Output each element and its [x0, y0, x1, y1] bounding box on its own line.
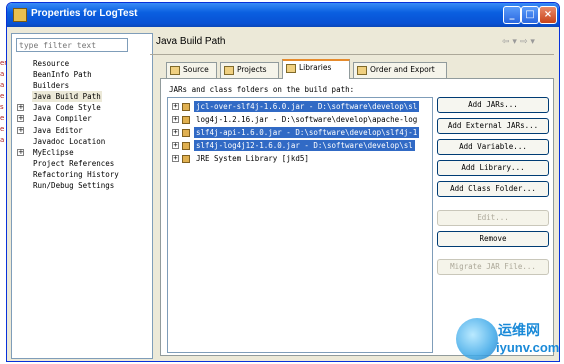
library-icon [182, 155, 190, 163]
add-library-button[interactable]: Add Library... [437, 160, 549, 176]
tab-label: Order and Export [370, 65, 435, 74]
projects-icon [224, 66, 234, 75]
list-item-text: slf4j-log4j12-1.6.0.jar - D:\software\de… [194, 140, 415, 151]
add-jars-button[interactable]: Add JARs... [437, 97, 549, 113]
tree-item-label: MyEclipse [33, 147, 74, 157]
migrate-jar-file-button[interactable]: Migrate JAR File... [437, 259, 549, 275]
expand-icon[interactable]: + [17, 115, 24, 123]
add-class-folder-button[interactable]: Add Class Folder... [437, 181, 549, 197]
jar-icon [182, 129, 190, 137]
properties-icon [13, 8, 27, 22]
expand-icon[interactable]: + [172, 116, 179, 123]
maximize-button[interactable]: □ [521, 6, 539, 24]
libraries-icon [286, 64, 296, 73]
expand-icon[interactable]: + [172, 103, 179, 110]
filter-input[interactable] [16, 38, 128, 52]
minimize-button[interactable]: _ [503, 6, 521, 24]
watermark-logo-icon [456, 318, 498, 360]
tab-label: Libraries [299, 63, 332, 72]
tree-item-label: Refactoring History [33, 169, 119, 179]
tree-item-label: Java Editor [33, 125, 83, 135]
expand-icon[interactable]: + [17, 126, 24, 134]
category-tree-panel: Resource BeanInfo Path Builders Java Bui… [11, 33, 153, 359]
expand-icon[interactable]: + [17, 148, 24, 156]
watermark-text: 运维网 [498, 323, 540, 339]
list-item-text: JRE System Library [jkd5] [196, 154, 309, 163]
libraries-tab-panel: JARs and class folders on the build path… [160, 78, 554, 356]
list-item[interactable]: + slf4j-api-1.6.0.jar - D:\software\devel… [168, 127, 432, 138]
tree-item-label: Resource [33, 59, 70, 68]
add-external-jars-button[interactable]: Add External JARs... [437, 118, 549, 134]
expand-icon[interactable]: + [172, 142, 179, 149]
tab-libraries[interactable]: Libraries [282, 59, 350, 79]
tab-label: Projects [237, 65, 267, 74]
list-item-text: jcl-over-slf4j-1.6.0.jar - D:\software\d… [194, 101, 420, 112]
tree-item-label: Project References [33, 158, 115, 168]
page-title: Java Build Path [156, 36, 226, 47]
title-separator [150, 54, 554, 55]
list-item[interactable]: + jcl-over-slf4j-1.6.0.jar - D:\software\… [168, 101, 432, 112]
expand-icon[interactable]: + [172, 129, 179, 136]
window-title: Properties for LogTest [31, 8, 138, 19]
tab-projects[interactable]: Projects [220, 62, 279, 78]
tree-item-label: Run/Debug Settings [33, 181, 115, 191]
close-button[interactable]: × [539, 6, 557, 24]
tree-item-label: Java Code Style [33, 103, 101, 113]
list-item[interactable]: + JRE System Library [jkd5] [168, 153, 432, 164]
expand-icon[interactable]: + [17, 104, 24, 112]
edit-button[interactable]: Edit... [437, 210, 549, 226]
tab-label: Source [183, 65, 209, 74]
source-folder-icon [170, 66, 180, 75]
list-item-text: slf4j-api-1.6.0.jar - D:\software\develo… [194, 127, 420, 138]
forward-arrow-icon[interactable]: ⇨ ▾ [520, 37, 535, 47]
libraries-list[interactable]: + jcl-over-slf4j-1.6.0.jar - D:\software\… [167, 97, 433, 353]
list-item[interactable]: + slf4j-log4j12-1.6.0.jar - D:\software\d… [168, 140, 432, 151]
list-label: JARs and class folders on the build path… [169, 85, 355, 94]
jar-icon [182, 103, 190, 111]
tab-source[interactable]: Source [166, 62, 217, 78]
watermark-url: iyunv.com [496, 340, 560, 355]
jar-icon [182, 142, 190, 150]
jar-icon [182, 116, 190, 124]
order-export-icon [357, 66, 367, 75]
tree-item-label: Javadoc Location [33, 136, 106, 146]
tree-item-label: Builders [33, 81, 70, 91]
tab-order-and-export[interactable]: Order and Export [353, 62, 447, 78]
list-item-text: log4j-1.2.16.jar - D:\software\develop\a… [196, 115, 418, 124]
expand-icon[interactable]: + [172, 155, 179, 162]
list-item[interactable]: + log4j-1.2.16.jar - D:\software\develop\… [168, 114, 432, 125]
add-variable-button[interactable]: Add Variable... [437, 139, 549, 155]
tree-item-label: Java Build Path [32, 91, 102, 103]
back-arrow-icon[interactable]: ⇦ ▾ [502, 37, 517, 47]
title-bar[interactable]: Properties for LogTest _ □ × [7, 3, 559, 27]
tree-item-label: Java Compiler [33, 114, 92, 124]
tree-item-label: BeanInfo Path [33, 70, 92, 80]
remove-button[interactable]: Remove [437, 231, 549, 247]
